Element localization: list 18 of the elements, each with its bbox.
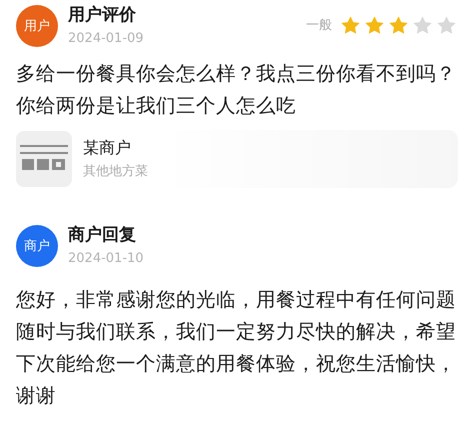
star-icon — [388, 14, 409, 36]
author-name: 商户回复 — [68, 224, 137, 246]
rating-label: 一般 — [306, 17, 332, 34]
shop-card[interactable]: 某商户 其他地方菜 — [16, 130, 458, 188]
star-icon — [340, 14, 361, 36]
date: 2024-01-09 — [68, 30, 144, 48]
avatar: 用户 — [16, 5, 58, 47]
shop-name: 某商户 — [83, 137, 132, 159]
storefront-icon — [16, 131, 72, 187]
star-icon — [436, 14, 457, 36]
review-text: 多给一份餐具你会怎么样？我点三份你看不到吗？你给两份是让我们三个人怎么吃 — [16, 61, 457, 119]
star-icon — [364, 14, 385, 36]
shop-category: 其他地方菜 — [83, 163, 148, 181]
star-icon — [412, 14, 433, 36]
author-name: 用户评价 — [68, 4, 137, 26]
avatar: 商户 — [16, 225, 58, 267]
reply-text: 您好，非常感谢您的光临，用餐过程中有任何问题随时与我们联系，我们一定努力尽快的解决，希望下次能给您一个满意的用餐体验，祝您生活愉快，谢谢 — [16, 287, 457, 409]
date: 2024-01-10 — [68, 250, 144, 268]
